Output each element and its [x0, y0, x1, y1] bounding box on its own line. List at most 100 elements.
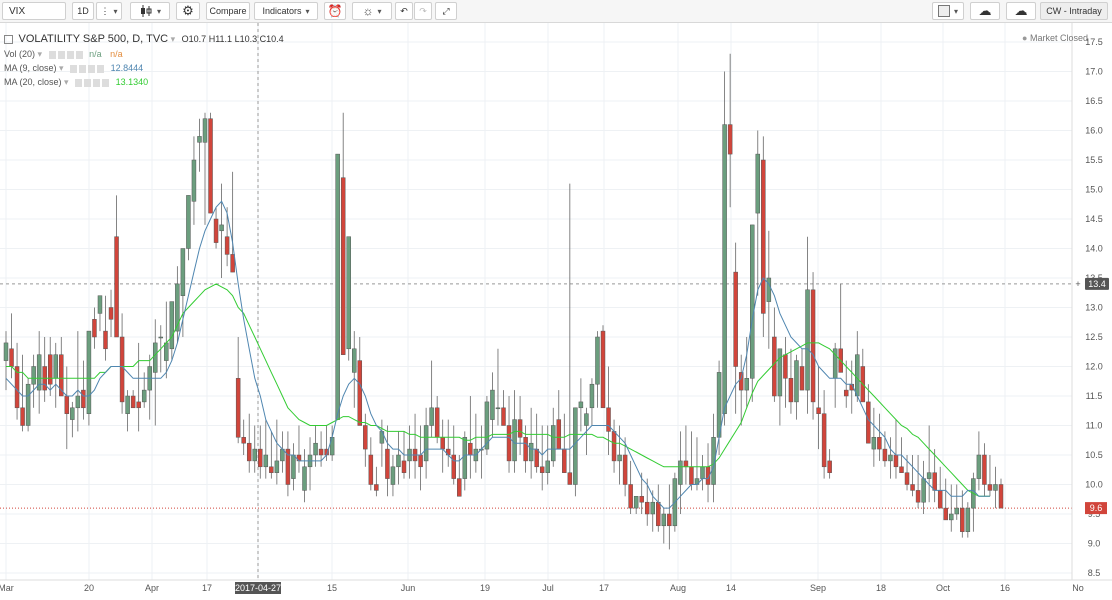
chart-area[interactable]: 17.517.016.516.015.515.014.514.013.513.0…: [0, 23, 1112, 597]
candle-body: [899, 466, 904, 473]
candle-body: [3, 342, 9, 361]
candle-body: [379, 431, 385, 444]
candle: [617, 425, 622, 485]
chevron-down-icon: ▾: [156, 6, 161, 16]
candle-body: [578, 401, 584, 409]
candle: [606, 366, 611, 455]
candle: [678, 431, 683, 514]
price-tick-label: 12.0: [1085, 362, 1103, 372]
candle-body: [755, 153, 761, 214]
price-tick-label: 14.0: [1085, 244, 1103, 254]
candle-body: [683, 460, 689, 468]
price-chart[interactable]: 17.517.016.516.015.515.014.514.013.513.0…: [0, 23, 1112, 597]
candle-body: [136, 401, 141, 409]
time-tick-label: Mar: [0, 583, 14, 593]
indicator-controls[interactable]: [70, 64, 105, 73]
candle: [186, 195, 191, 261]
candle-body: [352, 348, 357, 373]
candlestick-icon: [140, 5, 152, 17]
candle: [374, 466, 379, 497]
candle: [816, 366, 821, 450]
candle: [230, 171, 235, 273]
ideas-button[interactable]: ☼ ▾: [352, 2, 392, 20]
candle-body: [976, 454, 982, 479]
candle-body: [611, 431, 617, 462]
cloud-icon: ☁: [978, 3, 992, 18]
redo-button[interactable]: ↷: [414, 2, 432, 20]
candle: [888, 437, 893, 479]
candle-body: [722, 124, 727, 414]
candle-body: [562, 448, 567, 473]
settings-button[interactable]: ⚙: [176, 2, 200, 20]
candle: [755, 130, 761, 296]
candle-body: [490, 389, 495, 420]
undo-button[interactable]: ↶: [395, 2, 413, 20]
candle: [705, 443, 711, 503]
candle: [368, 437, 374, 491]
candle-body: [263, 454, 269, 468]
candle-body: [423, 425, 429, 462]
candle-body: [274, 460, 280, 473]
candle: [108, 289, 114, 337]
time-tick-label: 19: [480, 583, 490, 593]
save-layout-button[interactable]: ☁: [1006, 2, 1036, 20]
candle: [3, 331, 9, 391]
chevron-down-icon: ▾: [377, 6, 382, 16]
candle-body: [258, 448, 263, 468]
candle-body: [501, 407, 506, 426]
compare-button[interactable]: Compare: [206, 2, 250, 20]
candle-body: [573, 407, 578, 485]
candle: [434, 396, 440, 444]
indicator-controls[interactable]: [75, 78, 110, 87]
candle-body: [871, 437, 877, 450]
price-tick-label: 16.5: [1085, 96, 1103, 106]
candle-body: [744, 378, 749, 391]
candle: [445, 419, 451, 467]
time-tick-label: 16: [1000, 583, 1010, 593]
candle-body: [495, 407, 501, 410]
candle-body: [810, 289, 816, 403]
candle-body: [241, 437, 246, 444]
chevron-down-icon[interactable]: ▾: [59, 63, 64, 73]
interval-button[interactable]: 1D: [72, 2, 94, 20]
layout-name-button[interactable]: CW - Intraday: [1040, 2, 1108, 20]
candle-body: [877, 437, 882, 450]
indicators-button[interactable]: Indicators ▾: [254, 2, 318, 20]
chevron-down-icon[interactable]: ▾: [38, 49, 43, 59]
candle-body: [457, 478, 462, 497]
alert-button[interactable]: ⏰: [324, 2, 346, 20]
collapse-icon[interactable]: [4, 35, 13, 45]
candle-body: [169, 301, 175, 350]
candle: [296, 425, 302, 473]
candle: [539, 425, 545, 491]
candle: [982, 443, 987, 497]
candle: [777, 348, 783, 426]
compare-label: Compare: [209, 6, 247, 16]
candle-body: [434, 407, 440, 438]
candle: [246, 413, 252, 473]
load-layout-button[interactable]: ☁: [970, 2, 1000, 20]
candle-body: [175, 283, 180, 332]
candle-body: [788, 378, 794, 403]
candle-body: [119, 336, 125, 403]
candle-body: [750, 224, 755, 379]
candle-body: [64, 395, 70, 414]
candle: [562, 413, 567, 473]
candle-body: [987, 484, 993, 491]
candle: [235, 337, 241, 444]
interval-more-button[interactable]: ⋮ ▾: [96, 2, 122, 20]
candle: [363, 413, 368, 467]
time-tick-label: 14: [726, 583, 736, 593]
fullscreen-button[interactable]: ⤢: [435, 2, 457, 20]
chevron-down-icon[interactable]: ▾: [64, 77, 69, 87]
layout-button[interactable]: ▾: [932, 2, 964, 20]
chart-style-button[interactable]: ▾: [130, 2, 170, 20]
candle: [523, 425, 528, 473]
candle-body: [644, 501, 650, 515]
chevron-down-icon[interactable]: ▾: [171, 34, 176, 44]
indicator-controls[interactable]: [48, 50, 83, 59]
time-tick-label: Sep: [810, 583, 826, 593]
symbol-search[interactable]: VIX: [2, 2, 66, 20]
ma9-label: MA (9, close): [4, 63, 57, 73]
candle-body: [401, 460, 407, 473]
